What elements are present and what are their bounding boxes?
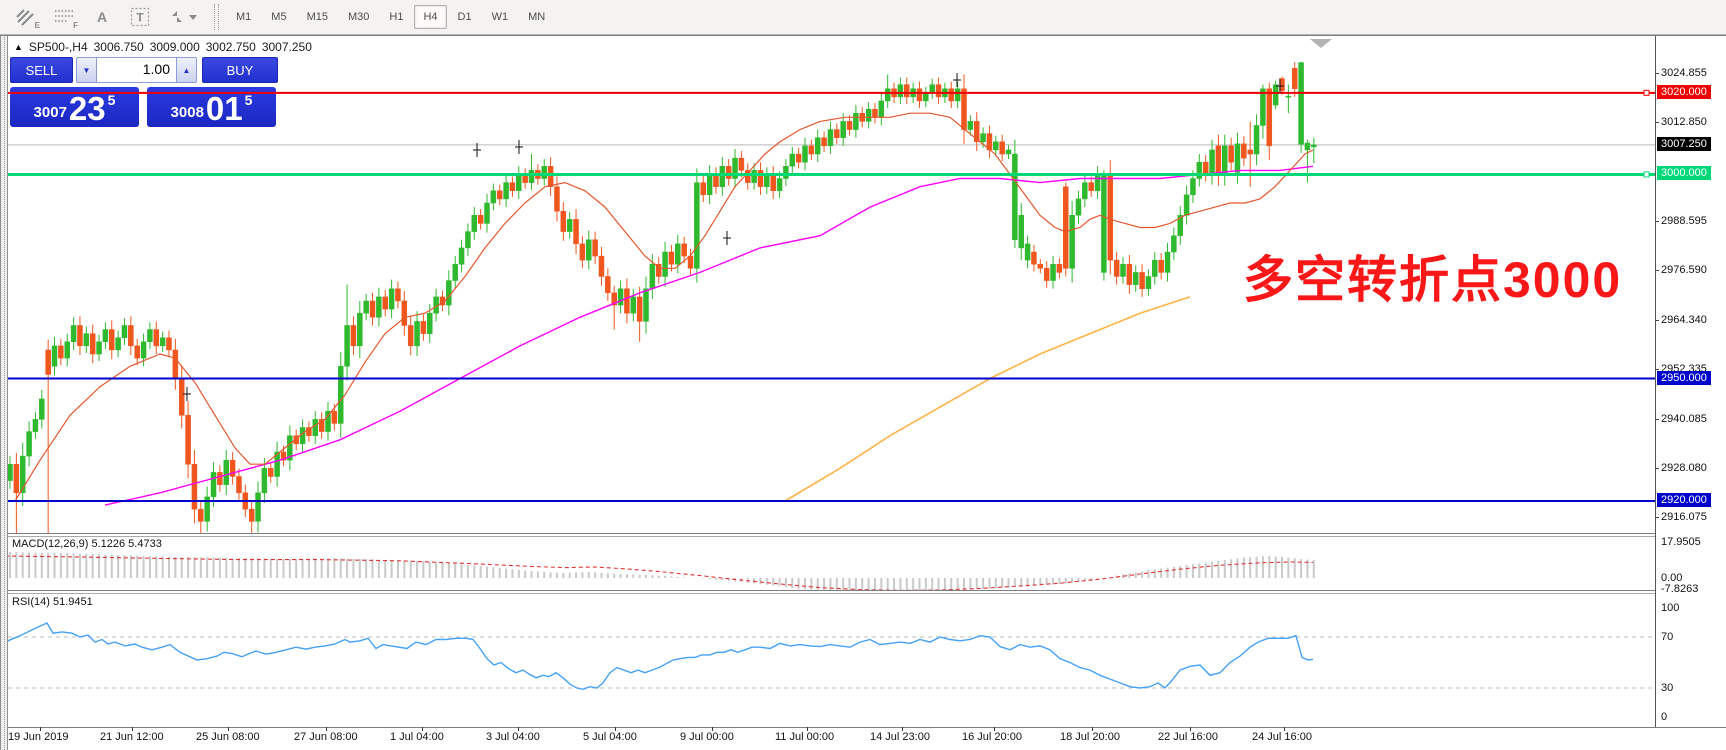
toolbar: E F A T M1M5M15M30H1H4D1W1MN xyxy=(0,0,1726,35)
trading-terminal: E F A T M1M5M15M30H1H4D1W1MN ▲ SP500-,H4… xyxy=(0,0,1726,750)
time-axis-label: 16 Jul 20:00 xyxy=(962,731,1022,743)
price-tick xyxy=(1655,122,1659,123)
price-axis-label: 2928.080 xyxy=(1661,462,1707,474)
rsi-chart[interactable] xyxy=(8,594,1655,727)
macd-separator[interactable] xyxy=(8,533,1655,534)
macd-label: MACD(12,26,9) 5.1226 5.4733 xyxy=(12,538,162,550)
time-axis-label: 24 Jul 16:00 xyxy=(1252,731,1312,743)
time-axis-label: 5 Jul 04:00 xyxy=(583,731,637,743)
toolbar-separator[interactable] xyxy=(214,4,219,30)
time-axis-label: 21 Jun 12:00 xyxy=(100,731,164,743)
ma-fast-line xyxy=(15,113,1313,501)
pattern-equidistant-icon[interactable]: E xyxy=(14,6,38,28)
price-badge-3020.000: 3020.000 xyxy=(1657,85,1711,99)
timeframe-group: M1M5M15M30H1H4D1W1MN xyxy=(227,5,554,29)
rsi-axis-label: 100 xyxy=(1661,602,1679,614)
rsi-line xyxy=(8,623,1313,689)
macd-chart[interactable] xyxy=(8,537,1655,590)
time-axis-label: 19 Jun 2019 xyxy=(8,731,69,743)
rsi-axis-label: 0 xyxy=(1661,711,1667,723)
grid-fibo-icon[interactable]: F xyxy=(52,6,76,28)
timeframe-M15[interactable]: M15 xyxy=(298,5,337,29)
time-axis-label: 14 Jul 23:00 xyxy=(870,731,930,743)
rsi-axis-label: 30 xyxy=(1661,682,1673,694)
time-axis-label: 18 Jul 20:00 xyxy=(1060,731,1120,743)
price-axis-label: 2964.340 xyxy=(1661,314,1707,326)
price-tick xyxy=(1655,73,1659,74)
chart-window-top-border xyxy=(0,35,1726,36)
label-a-icon[interactable]: A xyxy=(90,6,114,28)
price-tick xyxy=(1655,468,1659,469)
price-axis-label: 3024.855 xyxy=(1661,67,1707,79)
price-badge-3007.250: 3007.250 xyxy=(1657,137,1711,151)
price-badge-2920.000: 2920.000 xyxy=(1657,493,1711,507)
rsi-label: RSI(14) 51.9451 xyxy=(12,596,93,608)
price-tick xyxy=(1655,221,1659,222)
macd-axis-label: 17.9505 xyxy=(1661,536,1701,548)
cross-marker xyxy=(953,73,961,87)
timeframe-M5[interactable]: M5 xyxy=(262,5,295,29)
timeframe-D1[interactable]: D1 xyxy=(449,5,481,29)
ma-slow-line xyxy=(785,297,1190,501)
rsi-separator[interactable] xyxy=(8,590,1655,591)
timeframe-H1[interactable]: H1 xyxy=(380,5,412,29)
time-axis-label: 9 Jul 00:00 xyxy=(680,731,734,743)
timeframe-MN[interactable]: MN xyxy=(519,5,554,29)
price-tick xyxy=(1655,320,1659,321)
text-t-icon[interactable]: T xyxy=(128,6,152,28)
time-axis-separator xyxy=(8,727,1726,728)
svg-text:T: T xyxy=(136,11,144,25)
timeframe-M1[interactable]: M1 xyxy=(227,5,260,29)
time-axis-label: 3 Jul 04:00 xyxy=(486,731,540,743)
time-axis-label: 25 Jun 08:00 xyxy=(196,731,260,743)
timeframe-H4[interactable]: H4 xyxy=(414,5,446,29)
rsi-axis-label: 70 xyxy=(1661,631,1673,643)
price-axis-divider[interactable] xyxy=(1655,35,1656,727)
cross-marker xyxy=(723,231,731,245)
price-axis-label: 2988.595 xyxy=(1661,215,1707,227)
toolbar-icon-group: E F A T xyxy=(0,6,200,28)
time-axis-label: 11 Jul 00:00 xyxy=(775,731,834,743)
macd-axis-label: -7.8263 xyxy=(1661,583,1698,595)
time-axis-label: 22 Jul 16:00 xyxy=(1158,731,1218,743)
price-badge-2950.000: 2950.000 xyxy=(1657,371,1711,385)
price-axis-label: 2940.085 xyxy=(1661,413,1707,425)
timeframe-M30[interactable]: M30 xyxy=(339,5,378,29)
window-splitter[interactable] xyxy=(0,35,8,750)
price-tick xyxy=(1655,419,1659,420)
annotation-text: 多空转折点3000 xyxy=(1243,240,1622,312)
time-axis-label: 27 Jun 08:00 xyxy=(294,731,358,743)
price-axis-label: 3012.850 xyxy=(1661,116,1707,128)
price-tick xyxy=(1655,517,1659,518)
timeframe-W1[interactable]: W1 xyxy=(483,5,518,29)
price-badge-3000.000: 3000.000 xyxy=(1657,166,1711,180)
price-axis-label: 2976.590 xyxy=(1661,264,1707,276)
price-axis-label: 2916.075 xyxy=(1661,511,1707,523)
price-tick xyxy=(1655,270,1659,271)
arrange-objects-icon[interactable] xyxy=(166,6,200,28)
macd-signal-line xyxy=(8,556,1313,590)
time-axis-label: 1 Jul 04:00 xyxy=(390,731,444,743)
cross-marker xyxy=(515,140,523,154)
